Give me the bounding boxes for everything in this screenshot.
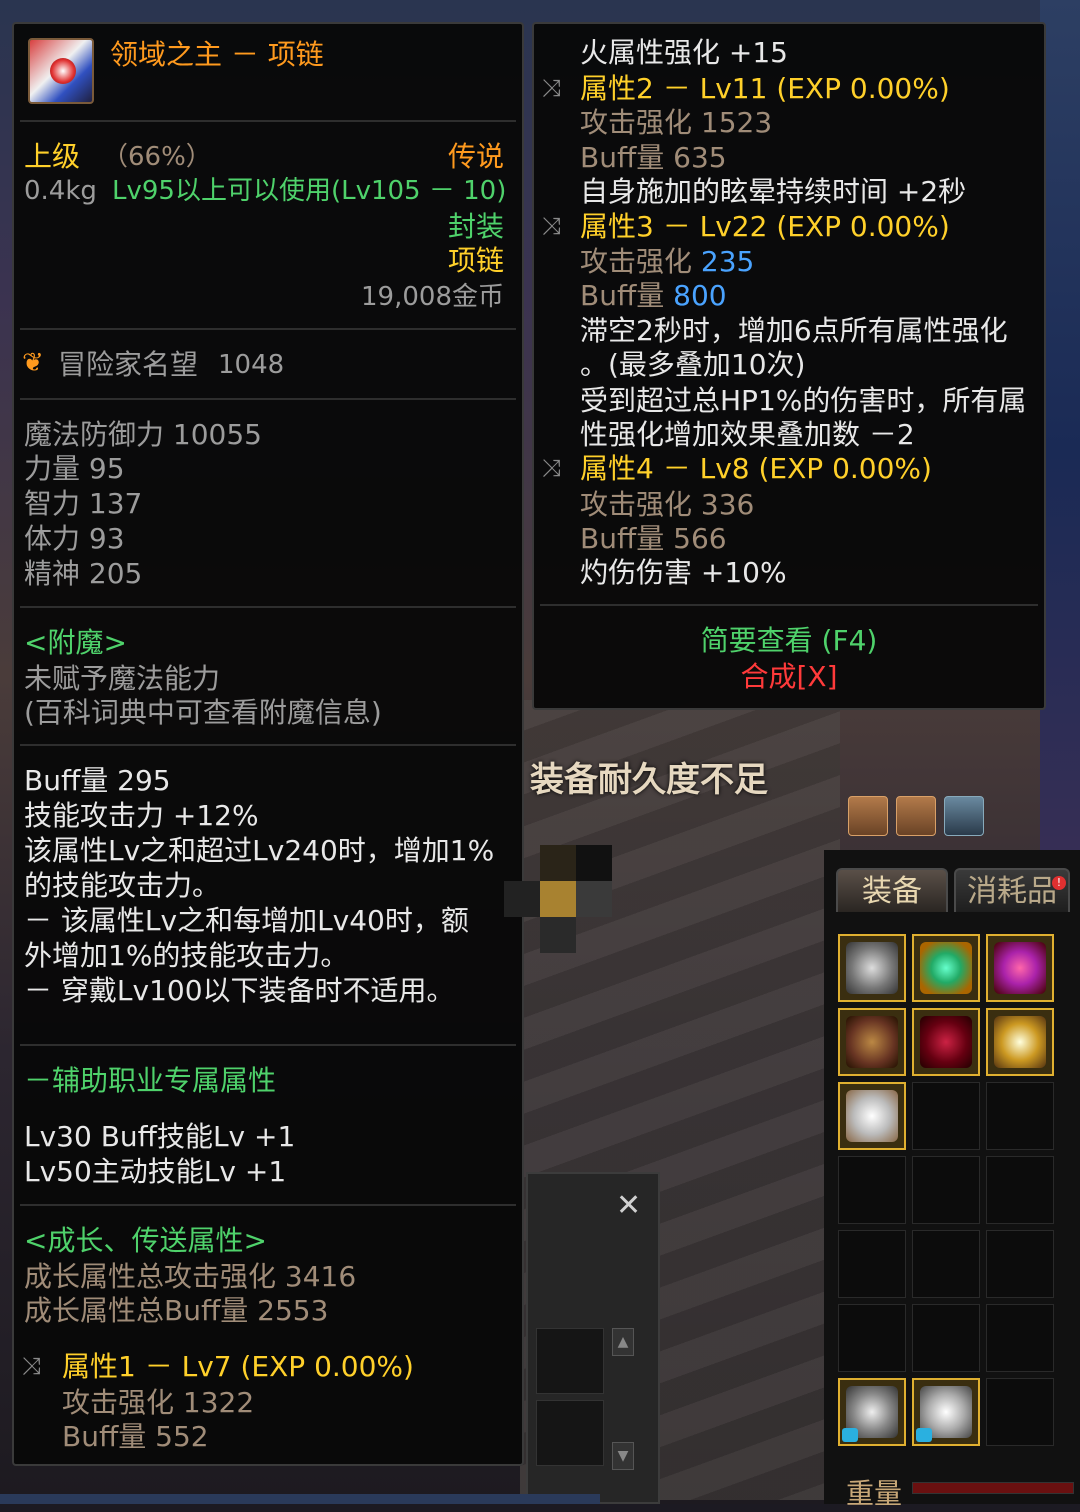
inventory-slot[interactable] [986, 1304, 1054, 1372]
attr4-attack: 攻击强化 336 [580, 488, 755, 521]
item-tooltip-continued: 火属性强化 +15 ⤨ 属性2 － Lv11 (EXP 0.00%) 攻击强化 … [532, 22, 1046, 710]
inventory-slot[interactable] [912, 1156, 980, 1224]
effect-line: － 穿戴Lv100以下装备时不适用。 [24, 974, 455, 1007]
inventory-slot[interactable] [912, 1378, 980, 1446]
effect-line: － 该属性Lv之和每增加Lv40时，额 [24, 904, 469, 937]
attr1-title: 属性1 － Lv7 (EXP 0.00%) [62, 1350, 414, 1383]
swap-icon[interactable] [896, 796, 936, 836]
inventory-slot[interactable] [838, 1082, 906, 1150]
inventory-slot[interactable] [986, 1230, 1054, 1298]
reputation-icon: ❦ [22, 348, 44, 378]
attr2-extra: 自身施加的眩晕持续时间 +2秒 [580, 175, 967, 208]
item-weight: 0.4kg [24, 176, 97, 206]
attr3-extra-3: 受到超过总HP1%的伤害时，所有属 [580, 384, 1027, 417]
synthesize-button[interactable]: 合成[X] [534, 660, 1044, 694]
effect-line: 技能攻击力 +12% [24, 799, 259, 832]
item-grade-percent: （66%） [102, 142, 212, 172]
inventory-slot[interactable] [912, 1230, 980, 1298]
durability-warning: 装备耐久度不足 [530, 760, 768, 800]
enchant-line-2: (百科词典中可查看附魔信息) [24, 696, 382, 729]
item-tooltip-main: 领域之主 － 项链 上级 （66%） 传说 0.4kg Lv95以上可以使用(L… [12, 22, 524, 1466]
inventory-slot[interactable] [838, 934, 906, 1002]
item-rarity: 传说 [447, 140, 504, 173]
lock-icon [842, 1428, 858, 1442]
shuffle-icon[interactable]: ⤨ [542, 454, 561, 482]
attr3-extra-2: 。(最多叠加10次) [580, 348, 806, 381]
support-title: －辅助职业专属属性 [24, 1064, 277, 1097]
inventory-slot[interactable] [838, 1156, 906, 1224]
inventory-slot[interactable] [838, 1230, 906, 1298]
shuffle-icon[interactable]: ⤨ [22, 1352, 41, 1380]
stat-magic-defense: 魔法防御力 10055 [24, 418, 262, 451]
scroll-down-icon[interactable]: ▼ [612, 1442, 634, 1470]
effect-line: 该属性Lv之和超过Lv240时，增加1% [24, 834, 495, 867]
inventory-slot[interactable] [986, 934, 1054, 1002]
item-type: 项链 [447, 244, 504, 277]
inventory-slot[interactable] [912, 934, 980, 1002]
inventory-slot[interactable] [986, 1082, 1054, 1150]
attr2-title: 属性2 － Lv11 (EXP 0.00%) [580, 72, 950, 105]
attr3-title: 属性3 － Lv22 (EXP 0.00%) [580, 210, 950, 243]
item-name: 领域之主 － 项链 [110, 38, 324, 71]
scroll-up-icon[interactable]: ▲ [612, 1328, 634, 1356]
inventory-slot[interactable] [912, 1082, 980, 1150]
attr4-title: 属性4 － Lv8 (EXP 0.00%) [580, 452, 932, 485]
attr4-extra: 灼伤伤害 +10% [580, 556, 787, 589]
growth-total-buff: 成长属性总Buff量 2553 [24, 1294, 329, 1327]
reputation-value: 1048 [218, 350, 285, 380]
attr2-attack: 攻击强化 1523 [580, 106, 773, 139]
item-grade: 上级 [24, 140, 81, 173]
inventory-slot[interactable] [986, 1156, 1054, 1224]
shuffle-icon[interactable]: ⤨ [542, 74, 561, 102]
item-price: 19,008金币 [361, 282, 504, 312]
attr4-buff: Buff量 566 [580, 522, 727, 555]
attr3-attack: 攻击强化 235 [580, 245, 755, 278]
effect-line: 的技能攻击力。 [24, 869, 221, 902]
attr3-buff: Buff量 800 [580, 279, 727, 312]
attr1-attack: 攻击强化 1322 [62, 1386, 255, 1419]
growth-total-attack: 成长属性总攻击强化 3416 [24, 1260, 357, 1293]
inventory-slot[interactable] [838, 1304, 906, 1372]
effect-line: Buff量 295 [24, 764, 171, 797]
weight-bar [912, 1482, 1074, 1494]
bottom-bar [0, 1494, 600, 1504]
inventory-slot[interactable] [912, 1304, 980, 1372]
growth-title: <成长、传送属性> [24, 1224, 267, 1257]
stat-spirit: 精神 205 [24, 557, 143, 590]
inventory-slot[interactable] [912, 1008, 980, 1076]
effect-line: 外增加1%的技能攻击力。 [24, 939, 349, 972]
item-sealed: 封装 [447, 210, 504, 243]
alert-badge: ! [1052, 876, 1066, 890]
attr3-extra-1: 滞空2秒时，增加6点所有属性强化 [580, 314, 1008, 347]
inventory-slot[interactable] [986, 1378, 1054, 1446]
support-line-1: Lv30 Buff技能Lv +1 [24, 1120, 296, 1153]
support-line-2: Lv50主动技能Lv +1 [24, 1155, 287, 1188]
reputation-label: 冒险家名望 [58, 348, 199, 381]
stat-vitality: 体力 93 [24, 522, 125, 555]
inventory-slot[interactable] [838, 1378, 906, 1446]
inventory-slot[interactable] [838, 1008, 906, 1076]
enchant-line-1: 未赋予魔法能力 [24, 662, 221, 695]
tab-equipment[interactable]: 装备 [836, 868, 948, 912]
tab-consumables[interactable]: 消耗品 [954, 868, 1070, 912]
shuffle-icon[interactable]: ⤨ [542, 212, 561, 240]
attr2-buff: Buff量 635 [580, 141, 727, 174]
tool-icon[interactable] [944, 796, 984, 836]
attr3-extra-4: 性强化增加效果叠加数 －2 [580, 418, 915, 451]
panel-slot[interactable] [536, 1328, 604, 1394]
fire-element-line: 火属性强化 +15 [580, 36, 788, 69]
necklace-icon [28, 38, 94, 104]
sort-icon[interactable] [848, 796, 888, 836]
brief-view-button[interactable]: 简要查看 (F4) [534, 624, 1044, 658]
panel-slot[interactable] [536, 1400, 604, 1466]
weight-label: 重量 [846, 1477, 903, 1510]
stat-intelligence: 智力 137 [24, 487, 143, 520]
lock-icon [916, 1428, 932, 1442]
stat-strength: 力量 95 [24, 452, 125, 485]
close-icon[interactable]: ✕ [616, 1186, 641, 1226]
enchant-title: <附魔> [24, 626, 127, 659]
inventory-slot[interactable] [986, 1008, 1054, 1076]
attr1-buff: Buff量 552 [62, 1420, 209, 1453]
item-requirement: Lv95以上可以使用(Lv105 － 10) [112, 176, 507, 206]
